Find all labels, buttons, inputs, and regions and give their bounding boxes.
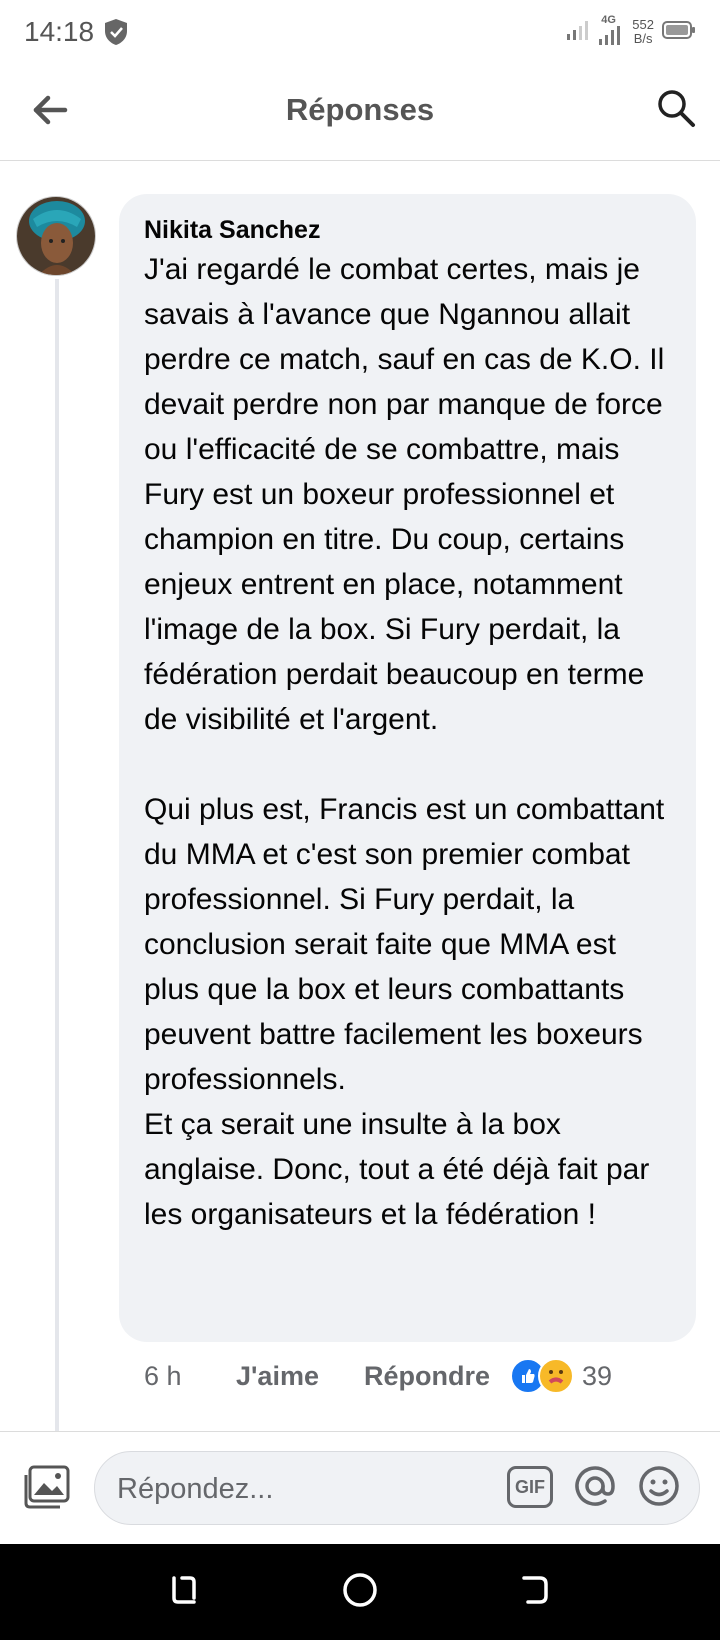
reaction-count: 39 bbox=[582, 1360, 613, 1391]
search-button[interactable] bbox=[650, 84, 702, 136]
photo-button[interactable] bbox=[20, 1462, 74, 1516]
photo-icon bbox=[22, 1463, 72, 1516]
back-icon bbox=[518, 1572, 554, 1613]
page-title: Réponses bbox=[285, 92, 435, 127]
signal-icon bbox=[566, 19, 590, 46]
comment-time[interactable]: 6 h bbox=[144, 1361, 236, 1392]
status-bar: 14:18 4G 552 B/s bbox=[0, 0, 720, 64]
status-time: 14:18 bbox=[24, 16, 95, 47]
recent-apps-icon bbox=[166, 1572, 202, 1613]
status-icons: 4G 552 B/s bbox=[566, 14, 696, 50]
comment-author[interactable]: Nikita Sanchez bbox=[144, 214, 672, 246]
net-speed-unit: B/s bbox=[633, 31, 653, 46]
back-nav-button[interactable] bbox=[512, 1568, 560, 1616]
gif-icon: GIF bbox=[515, 1476, 545, 1497]
search-icon bbox=[656, 88, 696, 133]
like-button[interactable]: J'aime bbox=[236, 1361, 364, 1392]
avatar[interactable] bbox=[16, 196, 96, 276]
net-speed-value: 552 bbox=[632, 17, 654, 32]
thread-line bbox=[55, 279, 59, 1431]
system-nav-bar bbox=[0, 1544, 720, 1640]
emoji-icon bbox=[637, 1464, 681, 1513]
home-button[interactable] bbox=[336, 1568, 384, 1616]
header: Réponses bbox=[0, 64, 720, 161]
shield-icon bbox=[103, 18, 129, 46]
recent-apps-button[interactable] bbox=[160, 1568, 208, 1616]
mention-button[interactable] bbox=[571, 1464, 619, 1512]
comment-bubble[interactable]: Nikita Sanchez J'ai regardé le combat ce… bbox=[119, 194, 696, 1342]
reply-composer: GIF bbox=[0, 1431, 720, 1545]
emoji-button[interactable] bbox=[635, 1464, 683, 1512]
comment-thread: Nikita Sanchez J'ai regardé le combat ce… bbox=[0, 161, 720, 1431]
reactions-summary[interactable]: 39 bbox=[510, 1358, 612, 1394]
home-icon bbox=[342, 1572, 378, 1613]
reply-button[interactable]: Répondre bbox=[364, 1361, 490, 1392]
net-speed: 552 B/s bbox=[632, 18, 654, 46]
comment-actions: 6 h J'aime Répondre 39 bbox=[144, 1356, 612, 1396]
network-label: 4G bbox=[601, 14, 616, 26]
reply-input[interactable] bbox=[115, 1466, 479, 1512]
signal-4g-icon: 4G bbox=[598, 14, 624, 47]
gif-button[interactable]: GIF bbox=[507, 1466, 553, 1508]
reply-field-container[interactable]: GIF bbox=[94, 1451, 700, 1525]
mention-icon bbox=[573, 1464, 617, 1513]
care-reaction-icon bbox=[538, 1358, 575, 1394]
comment-text: J'ai regardé le combat certes, mais je s… bbox=[144, 253, 665, 1231]
battery-icon bbox=[662, 20, 696, 45]
